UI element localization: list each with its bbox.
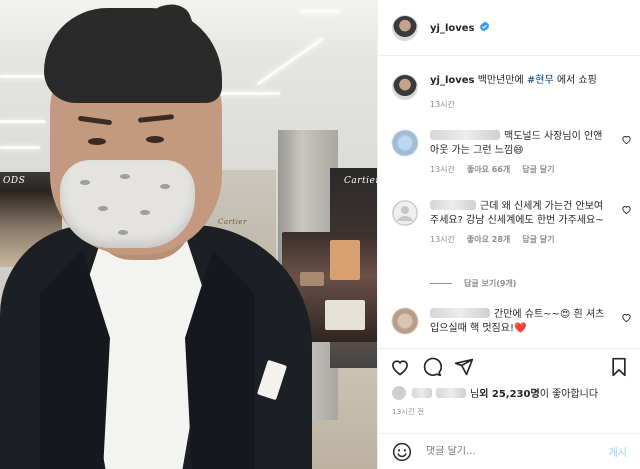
comment-item: 근데 왜 신세계 가는건 안보여주세요? 강남 신세계에도 한번 가주세요~ 1… xyxy=(392,200,632,247)
comment-icon[interactable] xyxy=(422,357,442,377)
mask-pattern xyxy=(140,210,150,215)
caption-username[interactable]: yj_loves xyxy=(430,75,475,86)
store-sign: Cartier xyxy=(344,176,377,186)
post-caption: yj_loves 백만년만에 #현무 에서 쇼핑 13시간 xyxy=(392,74,632,112)
post-side-panel: yj_loves yj_loves 백만년만에 #현무 에서 쇼핑 13시간 맥… xyxy=(377,0,640,469)
ceiling-light xyxy=(0,120,45,123)
add-comment-bar: 게시 xyxy=(378,433,640,469)
comments-section: yj_loves 백만년만에 #현무 에서 쇼핑 13시간 맥도널드 사장님이 … xyxy=(378,56,640,348)
heart-icon[interactable] xyxy=(621,312,632,323)
comment-item: 간만에 슈트~~😍 흰 셔츠 입으실때 핵 멋짐요!❤️ xyxy=(392,308,632,336)
comment-item: 맥도널드 사장님이 인앤아웃 가는 그런 느낌😄 13시간 좋아요 66개 답글 달… xyxy=(392,130,632,177)
comment-likes[interactable]: 좋아요 28개 xyxy=(467,235,510,244)
hashtag-link[interactable]: #현무 xyxy=(527,75,554,86)
commenter-avatar[interactable] xyxy=(392,130,418,156)
emoji-icon[interactable] xyxy=(392,442,412,462)
ceiling-light xyxy=(300,10,340,13)
heart-icon[interactable] xyxy=(621,204,632,215)
display-item xyxy=(330,240,360,280)
eye xyxy=(88,138,106,145)
replies-divider xyxy=(430,283,452,284)
eye xyxy=(146,136,164,143)
mask-pattern xyxy=(80,180,90,185)
liker-username-blurred[interactable] xyxy=(436,387,466,398)
likes-prefix: 님 xyxy=(470,389,480,400)
reply-button[interactable]: 답글 달기 xyxy=(522,235,554,244)
liker-username-blurred[interactable] xyxy=(412,387,432,398)
commenter-username-blurred[interactable] xyxy=(430,308,490,318)
mask-pattern xyxy=(120,174,130,179)
display-item xyxy=(300,272,324,286)
face-mask xyxy=(60,160,195,248)
commenter-username-blurred[interactable] xyxy=(430,130,500,140)
mask-pattern xyxy=(98,206,108,211)
share-icon[interactable] xyxy=(454,357,474,377)
view-replies-label[interactable]: 답글 보기(9개) xyxy=(464,278,516,289)
likes-suffix: 이 좋아합니다 xyxy=(539,389,599,400)
likes-summary[interactable]: 님 외 25,230명 이 좋아합니다 xyxy=(392,385,598,400)
commenter-avatar[interactable] xyxy=(392,200,418,226)
verified-badge-icon xyxy=(479,21,489,32)
store-sign: ODS xyxy=(3,176,26,186)
post-actions: 님 외 25,230명 이 좋아합니다 13시간 전 xyxy=(378,348,640,433)
heart-icon[interactable] xyxy=(621,134,632,145)
caption-text: 에서 쇼핑 xyxy=(553,75,597,86)
mask-pattern xyxy=(160,184,170,189)
caption-time: 13시간 xyxy=(430,100,455,109)
reply-button[interactable]: 답글 달기 xyxy=(522,165,554,174)
post-header: yj_loves xyxy=(378,0,640,56)
liker-avatar[interactable] xyxy=(392,385,406,400)
comment-likes[interactable]: 좋아요 66개 xyxy=(467,165,510,174)
store-sign: Cartier xyxy=(218,218,247,226)
author-username[interactable]: yj_loves xyxy=(430,21,490,34)
comment-time: 13시간 xyxy=(430,165,455,174)
ceiling-light xyxy=(0,75,50,78)
view-replies-button[interactable]: 답글 보기(9개) xyxy=(430,278,516,289)
likes-count[interactable]: 외 25,230명 xyxy=(479,385,539,400)
display-item xyxy=(325,300,365,330)
post-timestamp: 13시간 전 xyxy=(392,408,425,416)
heart-icon[interactable] xyxy=(390,357,410,377)
default-avatar-icon xyxy=(392,200,418,226)
commenter-avatar[interactable] xyxy=(392,308,418,334)
post-comment-button[interactable]: 게시 xyxy=(609,444,627,459)
comment-time: 13시간 xyxy=(430,235,455,244)
commenter-username-blurred[interactable] xyxy=(430,200,476,210)
author-username-text[interactable]: yj_loves xyxy=(430,23,475,34)
caption-text: 백만년만에 xyxy=(477,75,527,86)
bookmark-icon[interactable] xyxy=(609,357,629,377)
post-photo[interactable]: ODS Cartier Cartier xyxy=(0,0,377,469)
author-avatar[interactable] xyxy=(392,14,418,41)
mask-pattern xyxy=(118,230,128,235)
comment-input[interactable] xyxy=(426,446,576,457)
author-avatar[interactable] xyxy=(392,74,418,100)
ceiling-light xyxy=(0,146,40,149)
